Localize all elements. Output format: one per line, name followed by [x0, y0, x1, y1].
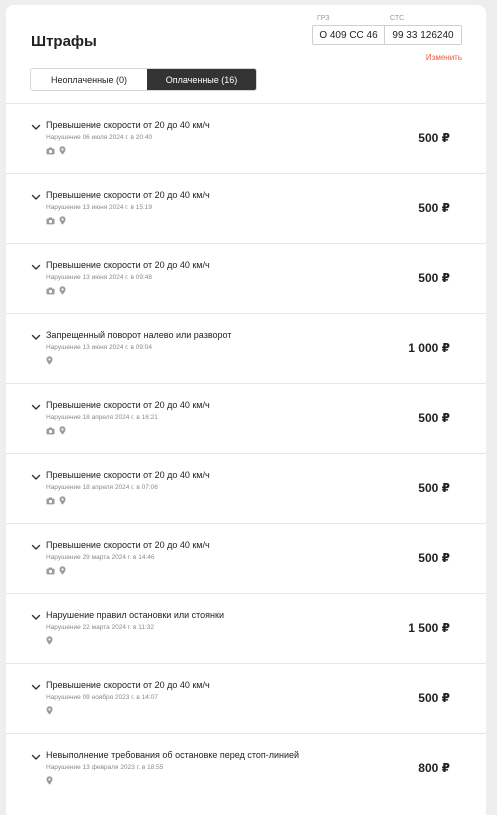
- location-pin-icon[interactable]: [59, 426, 66, 435]
- fine-item[interactable]: Превышение скорости от 20 до 40 км/ч Нару…: [6, 103, 486, 173]
- fine-date: Нарушение 13 февраля 2023 г. в 18:55: [46, 764, 164, 771]
- fine-date: Нарушение 18 апреля 2024 г. в 07:06: [46, 484, 158, 491]
- chevron-down-icon[interactable]: [30, 750, 42, 762]
- fine-icons: [46, 496, 66, 505]
- chevron-down-icon[interactable]: [30, 190, 42, 202]
- fine-amount: 500 ₽: [418, 551, 450, 565]
- fine-icons: [46, 566, 66, 575]
- camera-icon[interactable]: [46, 147, 55, 155]
- fine-icons: [46, 146, 66, 155]
- fines-panel: Штрафы ГРЗ СТС О 409 СС 46 99 33 126240 …: [6, 5, 486, 815]
- fine-amount: 500 ₽: [418, 201, 450, 215]
- tab-paid[interactable]: Оплаченные (16): [147, 69, 256, 90]
- fine-item[interactable]: Невыполнение требования об остановке пер…: [6, 733, 486, 803]
- fine-title: Превышение скорости от 20 до 40 км/ч: [46, 470, 210, 480]
- location-pin-icon[interactable]: [59, 286, 66, 295]
- change-link[interactable]: Изменить: [426, 53, 462, 62]
- fine-amount: 500 ₽: [418, 271, 450, 285]
- location-pin-icon[interactable]: [46, 356, 53, 365]
- location-pin-icon[interactable]: [59, 496, 66, 505]
- chevron-down-icon[interactable]: [30, 400, 42, 412]
- fine-icons: [46, 216, 66, 225]
- camera-icon[interactable]: [46, 567, 55, 575]
- payment-status-tabs: Неоплаченные (0) Оплаченные (16): [30, 68, 257, 91]
- chevron-down-icon[interactable]: [30, 540, 42, 552]
- fine-amount: 500 ₽: [418, 411, 450, 425]
- location-pin-icon[interactable]: [59, 216, 66, 225]
- page-title: Штрафы: [31, 33, 97, 50]
- camera-icon[interactable]: [46, 217, 55, 225]
- fine-item[interactable]: Превышение скорости от 20 до 40 км/ч Нару…: [6, 663, 486, 733]
- camera-icon[interactable]: [46, 497, 55, 505]
- fine-date: Нарушение 18 апреля 2024 г. в 16:21: [46, 414, 158, 421]
- fine-title: Запрещенный поворот налево или разворот: [46, 330, 232, 340]
- fine-title: Превышение скорости от 20 до 40 км/ч: [46, 540, 210, 550]
- chevron-down-icon[interactable]: [30, 120, 42, 132]
- location-pin-icon[interactable]: [46, 636, 53, 645]
- fine-title: Невыполнение требования об остановке пер…: [46, 750, 300, 760]
- fine-date: Нарушение 22 марта 2024 г. в 11:32: [46, 624, 154, 631]
- fine-title: Превышение скорости от 20 до 40 км/ч: [46, 260, 210, 270]
- grz-label: ГРЗ: [317, 15, 330, 22]
- fine-date: Нарушение 13 июня 2024 г. в 09:48: [46, 274, 153, 281]
- grz-value: О 409 СС 46: [312, 25, 385, 45]
- fine-icons: [46, 706, 53, 715]
- fine-title: Превышение скорости от 20 до 40 км/ч: [46, 400, 210, 410]
- fine-amount: 800 ₽: [418, 761, 450, 775]
- fine-date: Нарушение 13 июня 2024 г. в 09:04: [46, 344, 153, 351]
- sts-label: СТС: [390, 15, 405, 22]
- chevron-down-icon[interactable]: [30, 470, 42, 482]
- fine-item[interactable]: Превышение скорости от 20 до 40 км/ч Нару…: [6, 173, 486, 243]
- fine-date: Нарушение 06 июля 2024 г. в 20:40: [46, 134, 153, 141]
- location-pin-icon[interactable]: [46, 776, 53, 785]
- fine-icons: [46, 776, 53, 785]
- fine-amount: 1 000 ₽: [408, 341, 450, 355]
- fine-amount: 1 500 ₽: [408, 621, 450, 635]
- location-pin-icon[interactable]: [59, 566, 66, 575]
- fine-amount: 500 ₽: [418, 131, 450, 145]
- chevron-down-icon[interactable]: [30, 680, 42, 692]
- fine-icons: [46, 636, 53, 645]
- fine-item[interactable]: Нарушение правил остановки или стоянки На…: [6, 593, 486, 663]
- fine-date: Нарушение 09 ноября 2023 г. в 14:07: [46, 694, 158, 701]
- fine-icons: [46, 426, 66, 435]
- fine-item[interactable]: Превышение скорости от 20 до 40 км/ч Нару…: [6, 243, 486, 313]
- sts-value: 99 33 126240: [384, 25, 462, 45]
- fine-item[interactable]: Превышение скорости от 20 до 40 км/ч Нару…: [6, 383, 486, 453]
- chevron-down-icon[interactable]: [30, 330, 42, 342]
- fine-icons: [46, 286, 66, 295]
- fine-title: Превышение скорости от 20 до 40 км/ч: [46, 680, 210, 690]
- tab-unpaid[interactable]: Неоплаченные (0): [31, 69, 147, 90]
- chevron-down-icon[interactable]: [30, 260, 42, 272]
- camera-icon[interactable]: [46, 427, 55, 435]
- fine-date: Нарушение 29 марта 2024 г. в 14:46: [46, 554, 155, 561]
- fine-icons: [46, 356, 53, 365]
- fine-title: Превышение скорости от 20 до 40 км/ч: [46, 120, 210, 130]
- location-pin-icon[interactable]: [59, 146, 66, 155]
- fine-item[interactable]: Превышение скорости от 20 до 40 км/ч Нару…: [6, 453, 486, 523]
- fine-item[interactable]: Запрещенный поворот налево или разворот Н…: [6, 313, 486, 383]
- camera-icon[interactable]: [46, 287, 55, 295]
- fine-date: Нарушение 13 июня 2024 г. в 15:19: [46, 204, 153, 211]
- location-pin-icon[interactable]: [46, 706, 53, 715]
- fines-list: Превышение скорости от 20 до 40 км/ч Нару…: [6, 103, 486, 803]
- fine-title: Превышение скорости от 20 до 40 км/ч: [46, 190, 210, 200]
- chevron-down-icon[interactable]: [30, 610, 42, 622]
- fine-amount: 500 ₽: [418, 481, 450, 495]
- fine-title: Нарушение правил остановки или стоянки: [46, 610, 224, 620]
- fine-amount: 500 ₽: [418, 691, 450, 705]
- fine-item[interactable]: Превышение скорости от 20 до 40 км/ч Нару…: [6, 523, 486, 593]
